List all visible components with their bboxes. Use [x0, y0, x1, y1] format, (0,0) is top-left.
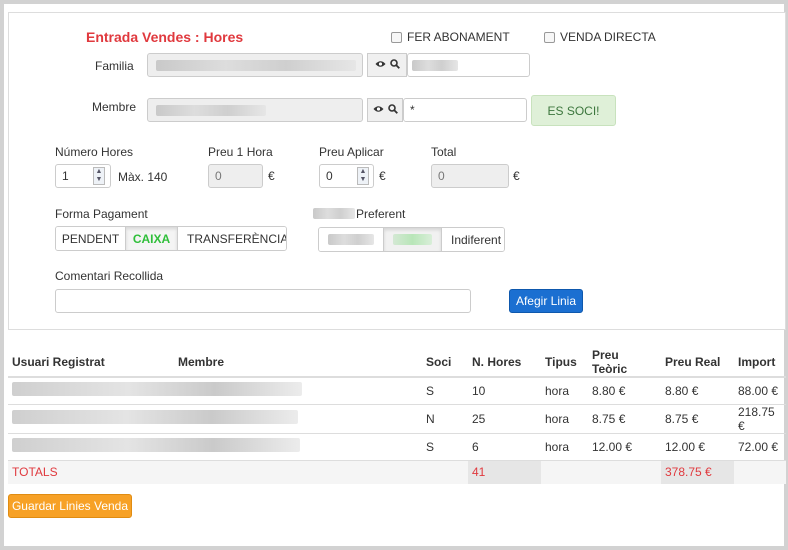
preferent-option-2[interactable]	[384, 228, 442, 251]
row-preu-real: 8.75 €	[661, 403, 734, 433]
col-membre: Membre	[174, 348, 422, 378]
pagament-caixa-button[interactable]: CAIXA	[126, 227, 178, 250]
forma-pagament-group: PENDENT CAIXA TRANSFERÈNCIA	[55, 226, 287, 251]
table-header-row: Usuari Registrat Membre Soci N. Hores Ti…	[8, 348, 786, 378]
forma-pagament-label: Forma Pagament	[55, 207, 148, 221]
familia-lookup-button[interactable]	[367, 53, 407, 77]
table-row[interactable]: N 25 hora 8.75 € 8.75 € 218.75 €	[8, 403, 786, 433]
preu-aplicar-spinner-icon[interactable]: ▲ ▼	[357, 167, 369, 185]
search-icon	[389, 58, 400, 72]
afegir-linia-button[interactable]: Afegir Linia	[509, 289, 583, 313]
pagament-transferencia-button[interactable]: TRANSFERÈNCIA	[178, 227, 286, 250]
form-title: Entrada Vendes : Hores	[86, 29, 244, 45]
es-soci-badge: ES SOCI!	[531, 95, 616, 126]
preferent-option-1[interactable]	[319, 228, 384, 251]
search-icon	[387, 103, 398, 117]
row-preu-real: 12.00 €	[661, 432, 734, 460]
guardar-linies-button[interactable]: Guardar Linies Venda	[8, 494, 132, 518]
row-soci: S	[422, 432, 468, 460]
row-preu-teoric: 8.80 €	[588, 376, 661, 404]
row-soci: S	[422, 376, 468, 404]
membre-lookup-button[interactable]	[367, 98, 403, 122]
familia-label: Familia	[95, 59, 134, 73]
preu-aplicar-label: Preu Aplicar	[319, 145, 384, 159]
venda-directa-label: VENDA DIRECTA	[560, 30, 656, 44]
redacted-user	[12, 410, 298, 424]
total-field: 0	[431, 164, 509, 188]
numero-hores-label: Número Hores	[55, 145, 134, 159]
familia-redacted-value	[156, 60, 356, 71]
preu-hora-euro: €	[268, 169, 275, 183]
col-usuari-registrat: Usuari Registrat	[8, 348, 174, 378]
preferent-redacted-prefix	[313, 208, 355, 219]
totals-hores: 41	[468, 459, 541, 484]
familia-field[interactable]	[147, 53, 363, 77]
col-n-hores: N. Hores	[468, 348, 541, 378]
familia-search-input[interactable]	[407, 53, 530, 77]
preferent-option-1-redacted	[328, 234, 374, 245]
membre-redacted-value	[156, 105, 266, 116]
row-preu-teoric: 8.75 €	[588, 403, 661, 433]
totals-empty	[588, 459, 661, 484]
membre-search-input[interactable]: *	[403, 98, 527, 122]
totals-real: 378.75 €	[661, 459, 734, 484]
row-tipus: hora	[541, 403, 588, 433]
preferent-group: Indiferent	[318, 227, 505, 252]
row-user-member-redacted	[8, 432, 422, 460]
familia-search-redacted	[412, 60, 458, 71]
row-hores: 6	[468, 432, 541, 460]
preu-hora-label: Preu 1 Hora	[208, 145, 273, 159]
row-preu-real: 8.80 €	[661, 376, 734, 404]
fer-abonament-label: FER ABONAMENT	[407, 30, 510, 44]
preferent-indiferent-button[interactable]: Indiferent	[442, 228, 504, 251]
row-tipus: hora	[541, 432, 588, 460]
col-soci: Soci	[422, 348, 468, 378]
preferent-option-2-redacted	[393, 234, 432, 245]
total-euro: €	[513, 169, 520, 183]
sales-lines-table: Usuari Registrat Membre Soci N. Hores Ti…	[8, 348, 786, 484]
preu-hora-field: 0	[208, 164, 263, 188]
comentari-label: Comentari Recollida	[55, 269, 164, 283]
col-preu-teoric: Preu Teòric	[588, 348, 661, 378]
col-tipus: Tipus	[541, 348, 588, 378]
row-import: 218.75 €	[734, 403, 786, 433]
redacted-user	[12, 382, 302, 397]
row-soci: N	[422, 403, 468, 433]
eye-icon	[375, 59, 386, 71]
total-label: Total	[431, 145, 457, 159]
max-hores-label: Màx. 140	[118, 170, 168, 184]
totals-row: TOTALS 41 378.75 €	[8, 459, 786, 484]
preferent-label: Preferent	[356, 207, 406, 221]
row-user-member-redacted	[8, 376, 422, 404]
table-row[interactable]: S 10 hora 8.80 € 8.80 € 88.00 €	[8, 376, 786, 404]
col-preu-real: Preu Real	[661, 348, 734, 378]
fer-abonament-checkbox[interactable]	[391, 32, 402, 43]
numero-hores-spinner-icon[interactable]: ▲ ▼	[93, 167, 105, 185]
membre-label: Membre	[92, 100, 137, 114]
row-preu-teoric: 12.00 €	[588, 432, 661, 460]
membre-field[interactable]	[147, 98, 363, 122]
pagament-pendent-button[interactable]: PENDENT	[56, 227, 126, 250]
col-import: Import	[734, 348, 786, 378]
comentari-input[interactable]	[55, 289, 471, 313]
preu-aplicar-euro: €	[379, 169, 386, 183]
totals-label: TOTALS	[8, 459, 174, 484]
eye-icon	[373, 104, 384, 116]
row-user-member-redacted	[8, 403, 422, 433]
totals-empty	[734, 459, 786, 484]
totals-empty	[541, 459, 588, 484]
row-import: 72.00 €	[734, 432, 786, 460]
row-hores: 25	[468, 403, 541, 433]
row-import: 88.00 €	[734, 376, 786, 404]
totals-empty	[422, 459, 468, 484]
row-tipus: hora	[541, 376, 588, 404]
venda-directa-checkbox[interactable]	[544, 32, 555, 43]
table-row[interactable]: S 6 hora 12.00 € 12.00 € 72.00 €	[8, 432, 786, 460]
redacted-user	[12, 438, 300, 452]
row-hores: 10	[468, 376, 541, 404]
totals-empty	[174, 459, 422, 484]
